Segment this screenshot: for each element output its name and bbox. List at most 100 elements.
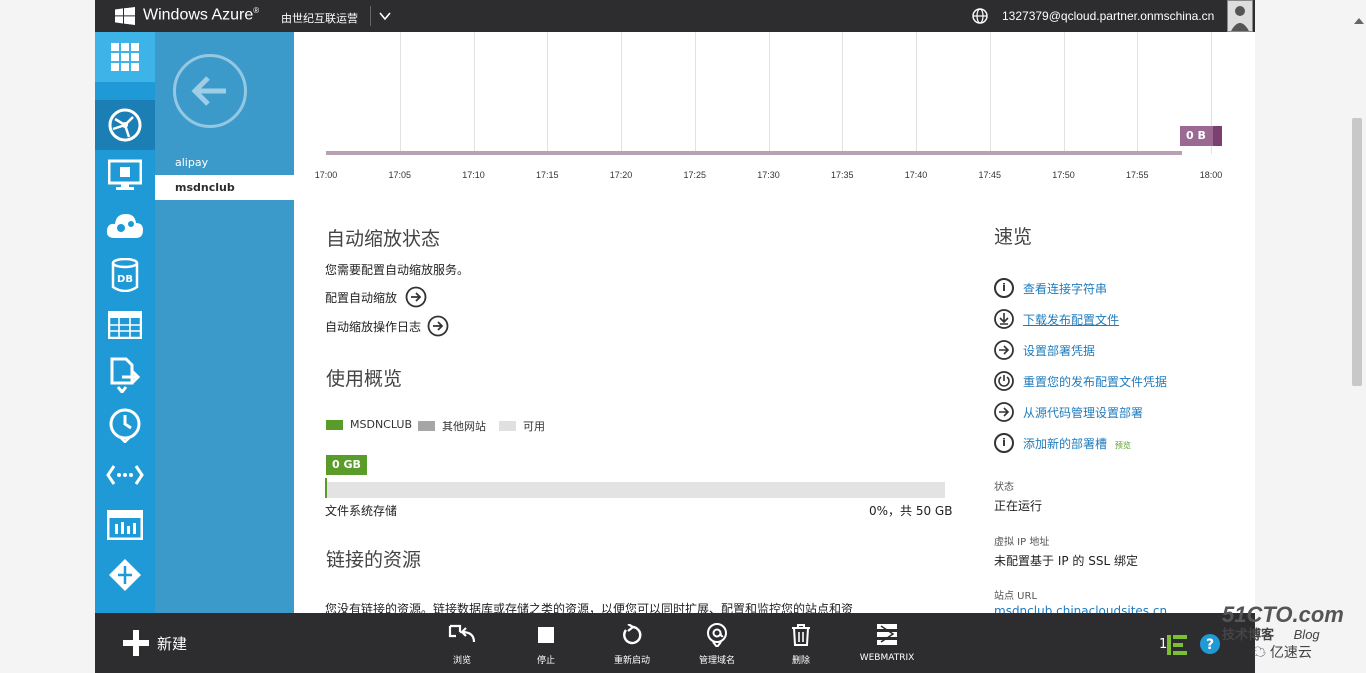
chart-x-tick-label: 17:00 [314,170,338,180]
set-deployment-credentials-link[interactable]: 设置部署凭据 [1023,342,1095,359]
virtual-machines-nav[interactable] [95,150,155,200]
browse-button[interactable]: 浏览 [422,623,502,666]
trash-icon [792,624,810,646]
page-scrollbar-thumb[interactable] [1352,118,1362,386]
linked-resources-message: 您没有链接的资源。链接数据库或存储之类的资源，以便您可以同时扩展、配置和监控您的… [325,602,854,613]
configure-autoscale-link[interactable]: 配置自动缩放 [325,286,427,308]
webmatrix-button[interactable]: WEBMATRIX [847,623,927,663]
diamond-arrows-icon [109,559,141,591]
storage-value: 0%，共 50 GB [869,504,953,518]
setup-source-control-link[interactable]: 从源代码管理设置部署 [1023,404,1143,421]
legend-label: MSDNCLUB [350,418,413,431]
all-items-nav[interactable] [95,32,155,82]
brand-name[interactable]: Windows Azure® [143,6,259,24]
manage-domains-label: 管理域名 [698,656,735,666]
back-button[interactable] [173,54,247,128]
account-email[interactable]: 1327379@qcloud.partner.onmschina.cn [1002,9,1214,23]
watermark-brand: ☁ 亿速云 [1222,642,1344,662]
networks-nav[interactable] [95,450,155,500]
view-connection-strings-link[interactable]: 查看连接字符串 [1023,280,1107,297]
watermark-brand-label: 亿速云 [1269,644,1312,660]
media-services-nav[interactable] [95,350,155,400]
chart-x-tick-label: 17:15 [535,170,559,180]
stop-icon [538,627,554,643]
divider [370,6,371,26]
websites-nav[interactable] [95,100,155,150]
chart-x-tick-label: 17:40 [904,170,928,180]
svg-text:DB: DB [117,274,133,285]
download-publish-profile-link[interactable]: 下载发布配置文件 [1023,311,1119,328]
preview-tag: 预览 [1114,441,1131,450]
avatar[interactable] [1227,0,1253,32]
storage-used-badge: 0 GB [326,455,367,475]
chart-gridline [842,32,844,154]
chart-x-tick-label: 17:55 [1125,170,1149,180]
autoscale-log-label: 自动缩放操作日志 [325,319,422,334]
add-deployment-slot-link[interactable]: 添加新的部署槽 预览 [1023,435,1131,452]
legend-swatch [418,421,435,431]
chart-x-tick-label: 17:20 [609,170,633,180]
cloud-logo-icon: ☁ [1252,644,1266,660]
chevron-down-icon[interactable] [378,9,392,23]
chart-x-tick-label: 17:05 [388,170,412,180]
website-item-msdnclub[interactable]: msdnclub [155,175,294,200]
hdinsight-nav[interactable] [95,500,155,550]
delete-button[interactable]: 删除 [761,623,841,666]
site-url-label: 站点 URL [994,591,1038,602]
scheduler-nav[interactable] [95,400,155,450]
chart-x-tick-label: 18:00 [1199,170,1223,180]
chart-gridline [989,32,991,154]
configure-autoscale-label: 配置自动缩放 [325,290,398,305]
usage-chart: 0 B [326,32,1224,187]
arrow-right-icon [994,340,1014,360]
globe-icon[interactable] [971,7,989,25]
scroll-up-arrow[interactable] [1354,18,1364,24]
legend-item-msdnclub: MSDNCLUB [326,418,412,431]
chart-gridline [621,32,622,154]
site-url-link[interactable]: msdnclub.chinacloudsites.cn [994,604,1167,613]
legend-item-other: 其他网站 [418,418,486,434]
linked-resources-title: 链接的资源 [326,549,422,571]
manage-domains-button[interactable]: 管理域名 [677,623,757,666]
add-deployment-slot-label: 添加新的部署槽 [1023,437,1108,451]
chart-gridline [916,32,917,154]
clock-icon [109,408,141,443]
restart-label: 重新启动 [613,656,650,666]
databases-nav[interactable]: DB [95,250,155,300]
chart-x-tick-label: 17:35 [830,170,854,180]
chart-gridline [694,32,696,154]
arrow-right-circle-icon [405,286,427,308]
delete-label: 删除 [791,656,810,666]
autoscale-message: 您需要配置自动缩放服务。 [325,263,470,277]
info-icon: i [994,278,1014,298]
chart-value-marker [1213,126,1222,146]
operations-list-icon[interactable] [1167,635,1187,655]
arrow-right-icon [994,402,1014,422]
dashboard-panel-icon [107,510,143,540]
autoscale-log-link[interactable]: 自动缩放操作日志 [325,315,449,337]
stop-button[interactable]: 停止 [506,623,586,666]
storage-nav[interactable] [95,300,155,350]
chart-x-tick-label: 17:25 [683,170,707,180]
globe-network-icon [108,108,142,142]
arrow-right-circle-icon [427,315,449,337]
website-item-alipay[interactable]: alipay [155,150,294,175]
new-label: 新建 [157,634,188,653]
usage-title: 使用概览 [326,368,403,390]
chart-gridline [1063,32,1065,154]
legend-swatch [326,419,343,430]
legend-item-available: 可用 [499,418,545,434]
service-bus-nav[interactable] [95,550,155,600]
cloud-services-nav[interactable] [95,200,155,250]
restart-button[interactable]: 重新启动 [592,623,672,666]
reset-publish-credentials-link[interactable]: 重置您的发布配置文件凭据 [1023,373,1167,390]
network-arrows-icon [106,465,144,485]
restart-icon [623,624,642,645]
watermark-tag2: Blog [1293,627,1320,642]
power-icon [994,371,1014,391]
svg-text:?: ? [1206,637,1214,653]
grid-icon [111,43,139,71]
status-label: 状态 [994,482,1014,493]
new-button[interactable]: 新建 [123,630,187,656]
help-icon[interactable]: ? [1199,633,1221,655]
